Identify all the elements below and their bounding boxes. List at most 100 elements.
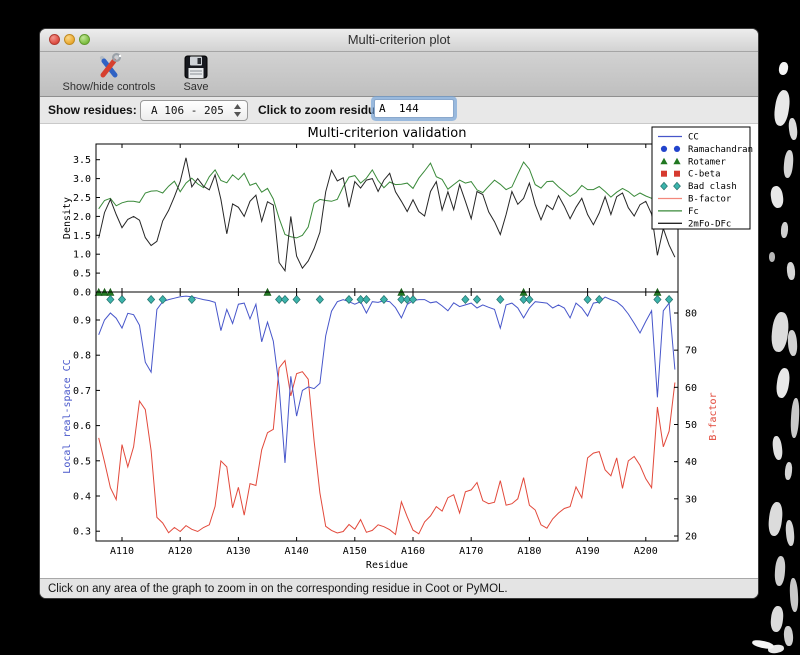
scan-artifact [767, 501, 784, 537]
svg-text:Residue: Residue [366, 560, 408, 571]
multi-criterion-chart[interactable]: A110 A120 A130 A140 A150 A160 A170 A180 A190 A200… [40, 124, 756, 578]
top-axes [95, 143, 679, 293]
scan-artifact [786, 261, 796, 281]
svg-text:A110: A110 [110, 546, 134, 557]
title-bar[interactable]: Multi-criterion plot [40, 29, 758, 52]
scan-artifact [789, 577, 799, 613]
svg-text:B-factor: B-factor [708, 392, 719, 440]
scan-artifact [767, 643, 785, 655]
svg-text:1.5: 1.5 [73, 231, 91, 242]
bad-clash-marker [525, 294, 534, 305]
legend-circle-marker [673, 145, 681, 152]
scan-artifact [782, 149, 795, 179]
svg-text:CC: CC [688, 133, 699, 143]
scan-artifact [769, 311, 791, 353]
svg-text:Bad clash: Bad clash [688, 182, 737, 192]
scan-artifact [777, 61, 790, 76]
b-factor-line [98, 359, 676, 536]
save-label: Save [183, 81, 209, 93]
bad-clash-marker [292, 294, 301, 305]
svg-text:Rotamer: Rotamer [688, 157, 727, 167]
svg-text:Ramachandran: Ramachandran [688, 145, 753, 155]
bad-clash-marker [280, 294, 290, 305]
svg-text:Fc: Fc [688, 207, 699, 217]
legend-square-marker [661, 170, 667, 177]
stepper-arrows-icon [233, 103, 242, 118]
bad-clash-marker [106, 294, 115, 305]
bad-clash-marker [147, 294, 156, 305]
zoom-residue-input[interactable] [374, 99, 454, 118]
save-button[interactable]: Save [174, 53, 218, 94]
bad-clash-marker [315, 294, 324, 305]
scan-artifact [784, 461, 793, 481]
svg-text:A160: A160 [401, 546, 425, 557]
show-hide-controls-label: Show/hide controls [62, 81, 156, 93]
bad-clash-marker [362, 294, 371, 305]
svg-text:A180: A180 [517, 546, 541, 557]
save-floppy-icon [174, 53, 218, 81]
show-hide-controls-button[interactable]: Show/hide controls [46, 52, 172, 94]
svg-text:3.5: 3.5 [73, 155, 91, 166]
scan-artifact [769, 185, 785, 209]
window-title: Multi-criterion plot [347, 32, 451, 47]
legend-circle-marker [660, 145, 668, 152]
svg-text:60: 60 [685, 383, 697, 394]
svg-text:0.8: 0.8 [73, 351, 91, 362]
zoom-residue-label: Click to zoom residue: [258, 103, 387, 117]
fc-line [98, 161, 676, 239]
svg-text:A130: A130 [226, 546, 250, 557]
bad-clash-marker [665, 294, 674, 305]
bad-clash-marker [461, 294, 470, 305]
bad-clash-marker [158, 294, 167, 305]
svg-text:20: 20 [685, 532, 697, 543]
bad-clash-marker [379, 294, 388, 305]
svg-text:0.0: 0.0 [73, 288, 91, 299]
bad-clash-marker [472, 294, 482, 305]
svg-text:3.0: 3.0 [73, 174, 91, 185]
bad-clash-marker [653, 294, 662, 305]
svg-text:40: 40 [685, 457, 697, 468]
bad-clash-marker [117, 294, 127, 305]
svg-text:Local real-space CC: Local real-space CC [62, 359, 73, 473]
svg-text:80: 80 [685, 308, 697, 319]
chart-title: Multi-criterion validation [308, 126, 467, 141]
scan-artifact [769, 605, 785, 633]
svg-text:A190: A190 [576, 546, 600, 557]
scan-artifact [783, 625, 794, 647]
svg-text:0.3: 0.3 [73, 527, 91, 538]
scan-artifact [771, 435, 784, 461]
status-bar: Click on any area of the graph to zoom i… [40, 578, 758, 598]
control-row: Show residues: A 106 - 205 Click to zoom… [40, 97, 758, 124]
screen: Multi-criterion plot Show/hide controls [0, 0, 800, 655]
svg-text:0.5: 0.5 [73, 269, 91, 280]
scan-artifact [769, 252, 775, 262]
tools-icon [46, 52, 172, 81]
scan-artifact [774, 367, 792, 399]
show-residues-label: Show residues: [48, 103, 137, 117]
app-window: Multi-criterion plot Show/hide controls [40, 29, 758, 598]
bottom-axes [95, 291, 679, 542]
svg-text:A150: A150 [343, 546, 367, 557]
svg-text:A200: A200 [634, 546, 658, 557]
bad-clash-marker [496, 294, 505, 305]
svg-text:A120: A120 [168, 546, 192, 557]
scan-artifact [789, 397, 800, 439]
svg-text:50: 50 [685, 420, 697, 431]
svg-text:A170: A170 [459, 546, 483, 557]
svg-text:0.5: 0.5 [73, 456, 91, 467]
figure-area[interactable]: A110 A120 A130 A140 A150 A160 A170 A180 A190 A200… [40, 124, 758, 578]
svg-text:0.6: 0.6 [73, 421, 91, 432]
svg-text:0.7: 0.7 [73, 386, 91, 397]
svg-text:70: 70 [685, 346, 697, 357]
bad-clash-marker [583, 294, 592, 305]
show-residues-value: A 106 - 205 [151, 104, 224, 117]
svg-text:2.0: 2.0 [73, 212, 91, 223]
scan-artifact [780, 221, 789, 239]
svg-text:Density: Density [62, 197, 73, 239]
show-residues-dropdown[interactable]: A 106 - 205 [140, 100, 248, 121]
scan-artifact [773, 555, 787, 587]
legend-square-marker [674, 170, 680, 177]
svg-text:0.9: 0.9 [73, 316, 91, 327]
twofo-dfc-line [98, 157, 676, 273]
svg-text:0.4: 0.4 [73, 492, 91, 503]
